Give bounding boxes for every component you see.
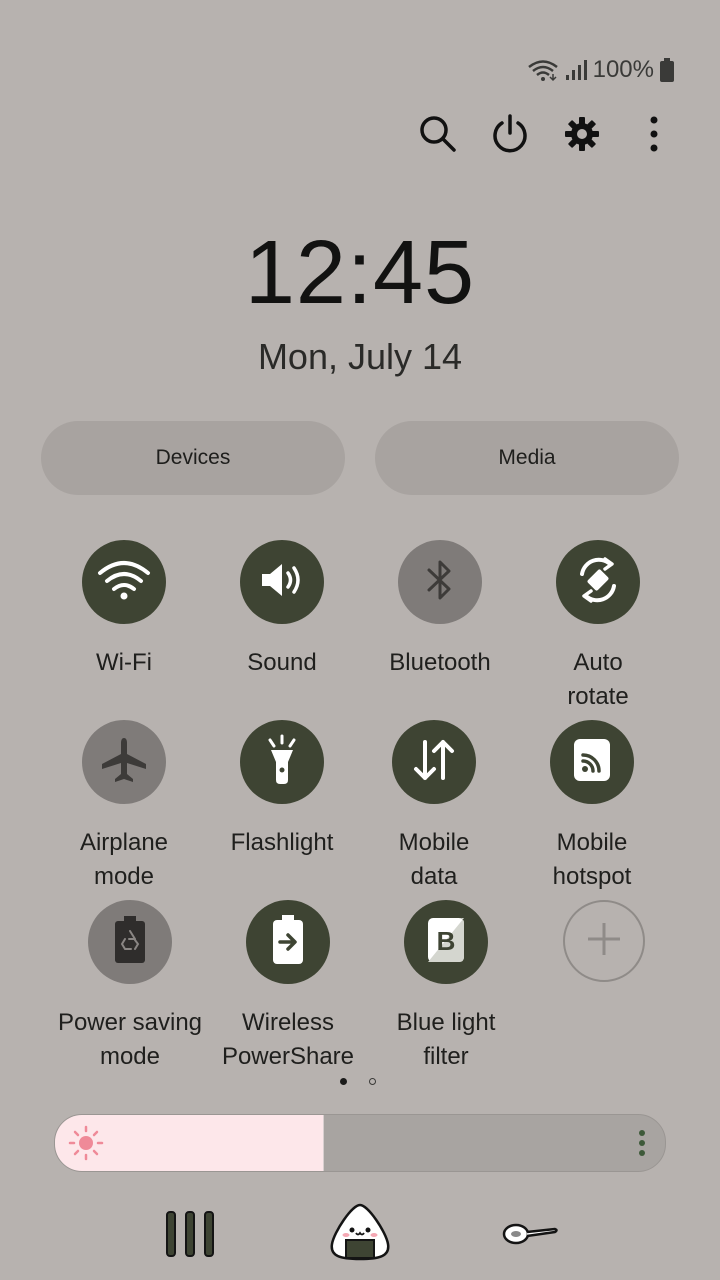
search-icon <box>419 115 457 158</box>
tile-auto-rotate[interactable]: Auto rotate <box>518 540 678 714</box>
auto-rotate-icon <box>572 554 624 611</box>
settings-gear-icon <box>564 116 600 157</box>
battery-icon <box>660 58 674 82</box>
tile-label: Sound <box>247 649 317 676</box>
tile-hotspot-toggle[interactable] <box>550 720 634 804</box>
tile-flashlight[interactable]: Flashlight <box>202 720 362 860</box>
tile-bluetooth-toggle[interactable] <box>398 540 482 624</box>
search-button[interactable] <box>418 112 458 160</box>
blue-light-filter-icon: B <box>426 916 466 969</box>
battery-percent: 100% <box>592 56 654 83</box>
tile-power-saving[interactable]: Power saving mode <box>50 900 210 1074</box>
back-spoon-icon <box>500 1223 560 1252</box>
tile-wifi[interactable]: Wi-Fi <box>44 540 204 680</box>
flashlight-icon <box>260 734 304 791</box>
svg-text:B: B <box>437 926 456 956</box>
airplane-icon <box>98 734 150 791</box>
page-indicator[interactable] <box>340 1078 376 1085</box>
tile-label: Auto rotate <box>567 649 629 710</box>
tile-blue-light-toggle[interactable]: B <box>404 900 488 984</box>
home-onigiri-icon <box>328 1203 392 1266</box>
hotspot-icon <box>572 737 612 788</box>
tile-powershare-toggle[interactable] <box>246 900 330 984</box>
tile-label: Mobile hotspot <box>552 829 632 890</box>
top-actions <box>418 112 674 160</box>
add-icon <box>584 919 624 964</box>
tile-wifi-toggle[interactable] <box>82 540 166 624</box>
quick-panel-screen: 100% 12:45 Mon, July 14 Devices Media Wi… <box>0 0 720 1280</box>
wifi-icon <box>96 557 152 608</box>
wifi-icon <box>527 58 559 82</box>
tile-label: Airplane mode <box>79 829 169 890</box>
page-dot <box>369 1078 376 1085</box>
tile-airplane-toggle[interactable] <box>82 720 166 804</box>
sound-icon <box>258 560 306 605</box>
power-icon <box>491 113 529 159</box>
tile-label: Mobile data <box>398 829 470 890</box>
tile-auto-rotate-toggle[interactable] <box>556 540 640 624</box>
tile-label: Bluetooth <box>389 649 491 676</box>
devices-button[interactable]: Devices <box>41 421 345 495</box>
recents-icon <box>164 1211 216 1262</box>
tile-bluetooth[interactable]: Bluetooth <box>360 540 520 680</box>
clock-date[interactable]: Mon, July 14 <box>0 336 720 378</box>
tile-label: Flashlight <box>230 829 334 856</box>
settings-button[interactable] <box>562 112 602 160</box>
powershare-icon <box>271 914 305 971</box>
brightness-more-icon[interactable] <box>637 1129 647 1162</box>
mobile-data-icon <box>410 736 458 789</box>
power-saving-icon <box>113 915 147 970</box>
tile-power-saving-toggle[interactable] <box>88 900 172 984</box>
tile-sound[interactable]: Sound <box>202 540 362 680</box>
add-tile-button[interactable] <box>563 900 645 982</box>
more-options-button[interactable] <box>634 112 674 160</box>
page-dot-active <box>340 1078 347 1085</box>
navigation-bar <box>0 1200 720 1270</box>
media-button[interactable]: Media <box>375 421 679 495</box>
tile-sound-toggle[interactable] <box>240 540 324 624</box>
brightness-slider[interactable] <box>54 1114 666 1172</box>
tile-wireless-powershare[interactable]: Wireless PowerShare <box>208 900 368 1074</box>
recents-button[interactable] <box>164 1210 216 1263</box>
tile-blue-light-filter[interactable]: B Blue light filter <box>366 900 526 1074</box>
tile-label: Wireless PowerShare <box>221 1009 355 1070</box>
signal-icon <box>565 59 587 81</box>
clock-time[interactable]: 12:45 <box>0 222 720 325</box>
tile-label: Wi-Fi <box>96 649 152 676</box>
back-button[interactable] <box>500 1220 560 1253</box>
more-vertical-icon <box>649 116 659 157</box>
tile-flashlight-toggle[interactable] <box>240 720 324 804</box>
tile-label: Blue light filter <box>396 1009 496 1070</box>
home-button[interactable] <box>328 1202 392 1267</box>
tile-mobile-data-toggle[interactable] <box>392 720 476 804</box>
tile-mobile-hotspot[interactable]: Mobile hotspot <box>512 720 672 894</box>
status-bar: 100% <box>527 56 674 84</box>
sun-icon <box>67 1125 105 1166</box>
power-button[interactable] <box>490 112 530 160</box>
bluetooth-icon <box>425 558 455 607</box>
tile-add[interactable] <box>524 900 684 982</box>
tile-mobile-data[interactable]: Mobile data <box>354 720 514 894</box>
tile-label: Power saving mode <box>57 1009 203 1070</box>
tile-airplane-mode[interactable]: Airplane mode <box>44 720 204 894</box>
